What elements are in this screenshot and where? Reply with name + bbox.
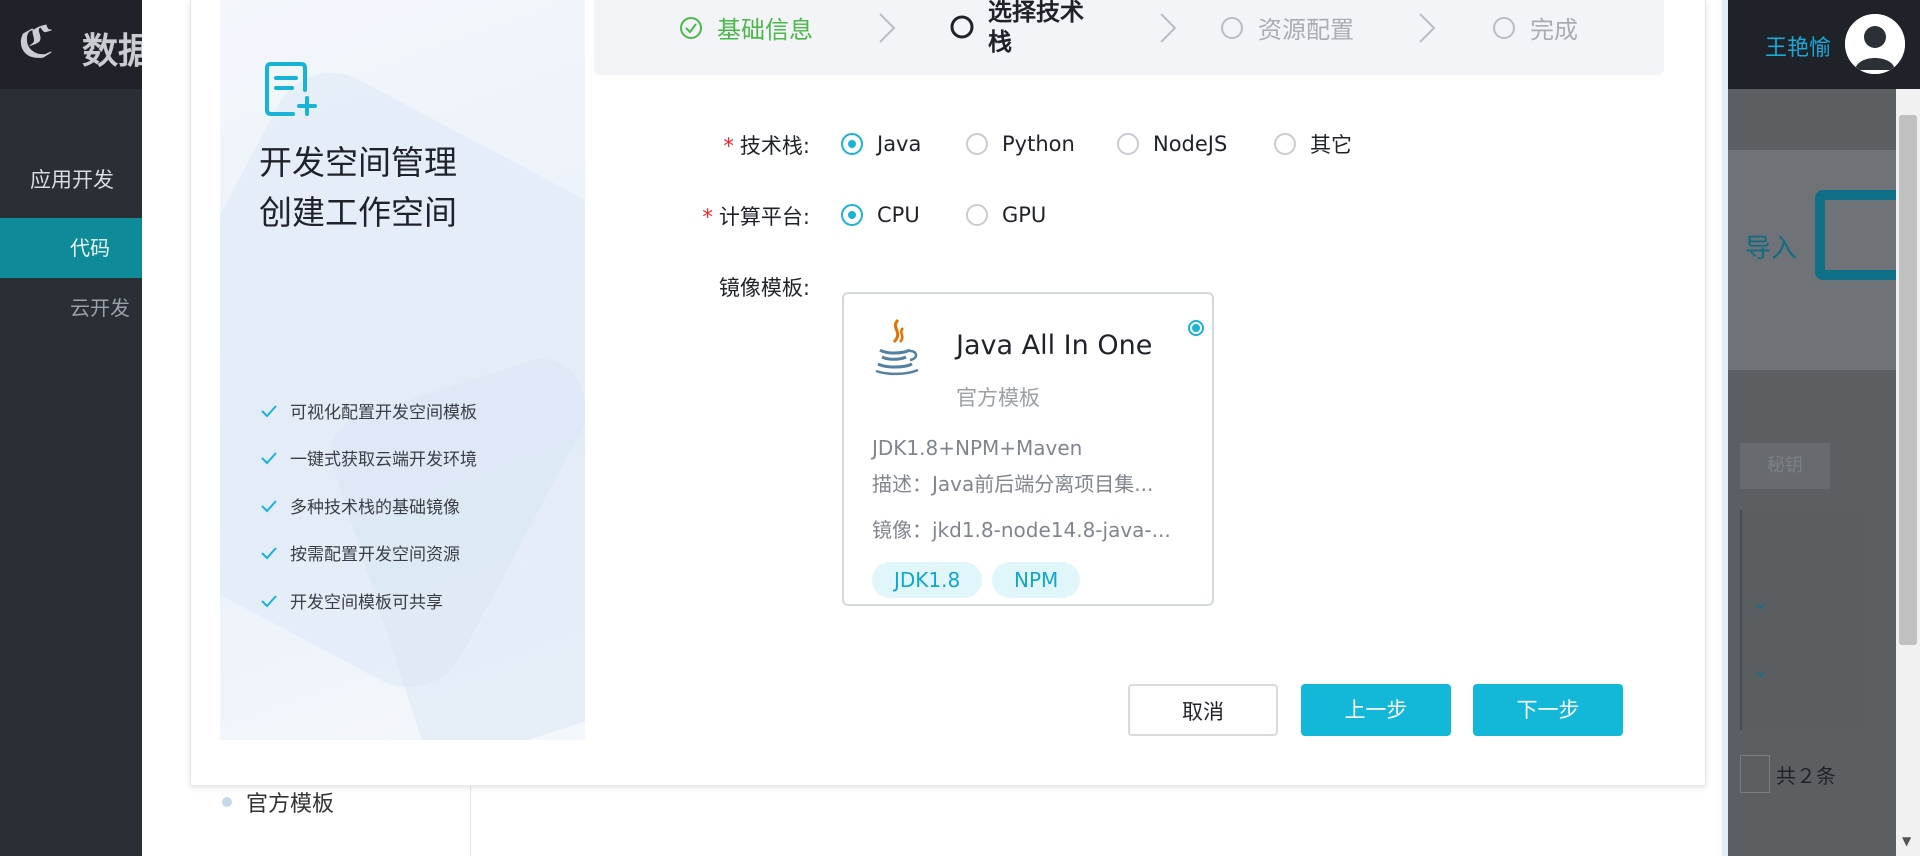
tag-npm: NPM [992, 562, 1081, 598]
image-template-label: 镜像模板: [718, 276, 810, 300]
step-circle-icon [950, 15, 974, 39]
radio-button[interactable] [841, 133, 863, 155]
scrollbar-thumb[interactable] [1899, 115, 1917, 645]
bullet-icon [222, 797, 232, 807]
left-menu-official-template[interactable]: 官方模板 [246, 786, 334, 818]
chevron-down-icon[interactable]: ⌄ [1752, 590, 1769, 614]
required-mark: * [723, 134, 734, 158]
feature-text: 开发空间模板可共享 [290, 593, 443, 613]
panel-subtitle: 创建工作空间 [259, 193, 457, 232]
tech-stack-label: * 技术栈: [723, 134, 810, 158]
checkmark-icon [260, 449, 278, 467]
radio-button[interactable] [1117, 133, 1139, 155]
sidebar-item-cloud-dev[interactable]: 云开发 [0, 278, 142, 338]
radio-java[interactable]: Java [841, 129, 921, 159]
step-label: 完成 [1530, 16, 1578, 44]
template-title: Java All In One [956, 330, 1153, 361]
template-subtitle: 官方模板 [956, 386, 1040, 410]
user-avatar-icon[interactable] [1845, 14, 1905, 74]
checkmark-icon [260, 497, 278, 515]
radio-button[interactable] [1274, 133, 1296, 155]
feature-item: 按需配置开发空间资源 [260, 542, 460, 568]
radio-gpu[interactable]: GPU [966, 200, 1046, 230]
feature-text: 可视化配置开发空间模板 [290, 403, 477, 423]
step-label: 基础信息 [717, 16, 813, 44]
chevron-right-icon [876, 10, 898, 46]
template-description: 描述：Java前后端分离项目集... [872, 472, 1154, 496]
step-basic-info: 基础信息 [679, 0, 813, 55]
radio-button[interactable] [841, 204, 863, 226]
step-circle-icon [1492, 16, 1516, 40]
next-step-button[interactable]: 下一步 [1473, 684, 1623, 736]
feature-item: 多种技术栈的基础镜像 [260, 495, 460, 521]
feature-item: 一键式获取云端开发环境 [260, 447, 477, 473]
feature-text: 一键式获取云端开发环境 [290, 450, 477, 470]
template-card-java-all-in-one[interactable]: Java All In One 官方模板 JDK1.8+NPM+Maven 描述… [842, 292, 1214, 606]
user-name[interactable]: 王艳愉 [1765, 30, 1831, 62]
chevron-down-icon[interactable]: ⌄ [1752, 658, 1769, 682]
checkmark-icon [260, 544, 278, 562]
document-add-icon [263, 60, 319, 118]
scroll-down-arrow-icon[interactable]: ▼ [1902, 834, 1911, 848]
import-button[interactable]: 导入 [1745, 228, 1797, 265]
sidebar-item-code[interactable]: 代码 [0, 218, 142, 278]
background-table [1740, 510, 1862, 730]
sidebar-group-app-dev[interactable]: 应用开发 [0, 150, 142, 210]
checkmark-icon [260, 402, 278, 420]
feature-text: 多种技术栈的基础镜像 [290, 498, 460, 518]
cancel-button[interactable]: 取消 [1128, 684, 1278, 736]
platform-label: * 计算平台: [702, 205, 810, 229]
step-label: 选择技术栈 [988, 0, 1084, 56]
pagination-input[interactable] [1740, 755, 1770, 793]
pagination-total: 共２条 [1776, 764, 1836, 788]
step-choose-stack: 选择技术栈 [950, 0, 1088, 57]
radio-button[interactable] [966, 204, 988, 226]
chevron-right-icon [1157, 10, 1179, 46]
step-resource-config: 资源配置 [1220, 0, 1354, 55]
step-finish: 完成 [1492, 0, 1578, 55]
radio-nodejs[interactable]: NodeJS [1117, 129, 1227, 159]
panel-title: 开发空间管理 [259, 143, 457, 182]
template-selected-radio[interactable] [1188, 320, 1204, 336]
feature-text: 按需配置开发空间资源 [290, 545, 460, 565]
checkmark-icon [260, 592, 278, 610]
step-label: 资源配置 [1258, 16, 1354, 44]
tag-jdk: JDK1.8 [872, 562, 983, 598]
brand-logo-icon: ℭ [18, 17, 55, 68]
radio-other[interactable]: 其它 [1274, 129, 1352, 159]
radio-cpu[interactable]: CPU [841, 200, 920, 230]
background-key-button[interactable]: 秘钥 [1740, 443, 1830, 489]
template-image: 镜像：jkd1.8-node14.8-java-... [872, 518, 1171, 542]
previous-step-button[interactable]: 上一步 [1301, 684, 1451, 736]
required-mark: * [702, 205, 713, 229]
feature-item: 可视化配置开发空间模板 [260, 400, 477, 426]
step-circle-icon [1220, 16, 1244, 40]
dialog-edge [1722, 0, 1728, 856]
radio-python[interactable]: Python [966, 129, 1075, 159]
check-circle-icon [679, 16, 703, 40]
radio-button[interactable] [966, 133, 988, 155]
template-stack: JDK1.8+NPM+Maven [872, 436, 1083, 460]
chevron-right-icon [1416, 10, 1438, 46]
feature-item: 开发空间模板可共享 [260, 590, 443, 616]
java-logo-icon [872, 318, 920, 376]
